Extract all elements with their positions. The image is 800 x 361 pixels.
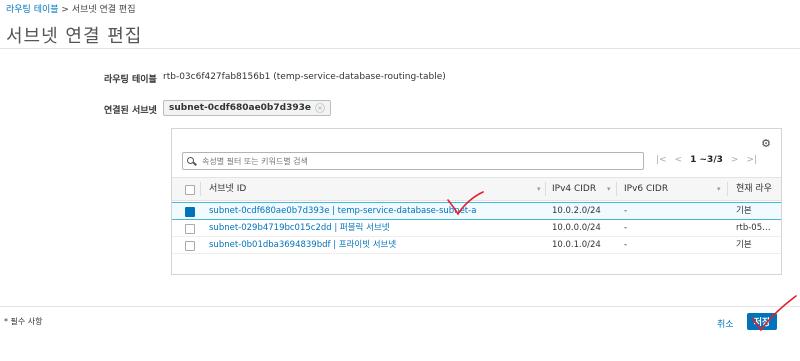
column-header-subnet-id[interactable]: 서브넷 ID — [209, 178, 246, 200]
column-separator — [727, 182, 728, 196]
column-separator — [616, 182, 617, 196]
associated-subnets-label: 연결된 서브넷 — [104, 106, 157, 116]
page-title: 서브넷 연결 편집 — [6, 26, 143, 47]
prev-page-icon[interactable]: < — [675, 155, 683, 165]
ipv6-cell: - — [624, 223, 628, 233]
subnet-table-panel: ⚙ |< < 1 ~3/3 > >| 서브넷 ID ▾ IPv4 CIDR ▾ … — [171, 128, 782, 275]
ipv4-cell: 10.0.1.0/24 — [552, 240, 601, 250]
first-page-icon[interactable]: |< — [656, 155, 667, 165]
route-cell: 기본 — [736, 206, 752, 216]
sort-arrow-icon[interactable]: ▾ — [717, 178, 721, 200]
route-cell: rtb-05… — [736, 223, 771, 233]
column-separator — [200, 182, 201, 196]
subnet-link[interactable]: subnet-0cdf680ae0b7d393e | temp-service-… — [209, 203, 539, 219]
table-row[interactable]: subnet-0b01dba3694839bdf | 프라이빗 서브넷 10.0… — [172, 237, 781, 254]
table-row[interactable]: subnet-0cdf680ae0b7d393e | temp-service-… — [172, 202, 781, 220]
table-row[interactable]: subnet-029b4719bc015c2dd | 퍼블릭 서브넷 10.0.… — [172, 220, 781, 237]
sort-arrow-icon[interactable]: ▾ — [607, 178, 611, 200]
page-count: 1 ~3/3 — [690, 155, 723, 165]
ipv6-cell: - — [624, 240, 628, 250]
required-note: * 필수 사항 — [4, 317, 43, 326]
breadcrumb: 라우팅 테이블 > 서브넷 연결 편집 — [6, 2, 136, 15]
associated-subnet-chip-label: subnet-0cdf680ae0b7d393e — [169, 103, 311, 113]
pagination: |< < 1 ~3/3 > >| — [656, 155, 757, 165]
row-checkbox[interactable] — [185, 224, 195, 234]
select-all-checkbox[interactable] — [185, 185, 195, 195]
last-page-icon[interactable]: >| — [746, 155, 757, 165]
search-box[interactable] — [182, 152, 644, 170]
subnet-link[interactable]: subnet-029b4719bc015c2dd | 퍼블릭 서브넷 — [209, 220, 539, 236]
search-input[interactable] — [200, 155, 624, 167]
column-header-ipv4[interactable]: IPv4 CIDR — [552, 178, 596, 200]
route-table-label: 라우팅 테이블 — [104, 75, 157, 85]
ipv4-cell: 10.0.2.0/24 — [552, 206, 601, 216]
breadcrumb-link-route-tables[interactable]: 라우팅 테이블 — [6, 5, 59, 15]
associated-subnet-chip: subnet-0cdf680ae0b7d393e ✕ — [163, 100, 331, 116]
breadcrumb-current: 서브넷 연결 편집 — [71, 5, 136, 15]
next-page-icon[interactable]: > — [731, 155, 739, 165]
ipv6-cell: - — [624, 206, 628, 216]
save-button[interactable]: 저장 — [747, 313, 777, 330]
column-separator — [545, 182, 546, 196]
cancel-button[interactable]: 취소 — [717, 317, 734, 330]
footer-divider — [0, 306, 800, 307]
breadcrumb-separator: > — [58, 5, 72, 15]
sort-arrow-icon[interactable]: ▾ — [537, 178, 541, 200]
search-icon — [187, 156, 196, 166]
row-checkbox[interactable] — [185, 241, 195, 251]
subnet-link[interactable]: subnet-0b01dba3694839bdf | 프라이빗 서브넷 — [209, 237, 539, 253]
column-header-current-route[interactable]: 현재 라우 — [736, 178, 772, 200]
table-header: 서브넷 ID ▾ IPv4 CIDR ▾ IPv6 CIDR ▾ 현재 라우 — [172, 177, 781, 201]
remove-chip-icon[interactable]: ✕ — [314, 103, 325, 113]
gear-icon[interactable]: ⚙ — [761, 137, 771, 150]
ipv4-cell: 10.0.0.0/24 — [552, 223, 601, 233]
title-divider — [0, 48, 800, 49]
column-header-ipv6[interactable]: IPv6 CIDR — [624, 178, 668, 200]
route-cell: 기본 — [736, 240, 752, 250]
row-checkbox[interactable] — [185, 207, 195, 217]
route-table-value: rtb-03c6f427fab8156b1 (temp-service-data… — [163, 72, 446, 82]
